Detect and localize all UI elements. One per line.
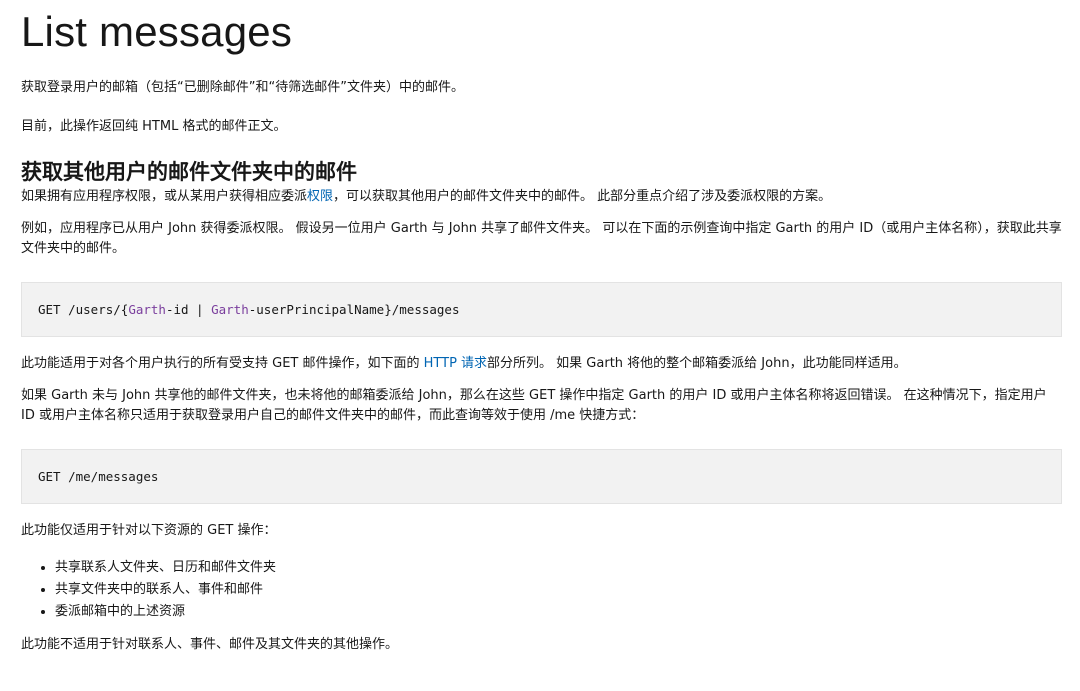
section-paragraph-3-text-a: 此功能适用于对各个用户执行的所有受支持 GET 邮件操作，如下面的 [21, 356, 424, 371]
page-title: List messages [21, 8, 293, 55]
list-item: 委派邮箱中的上述资源 [55, 601, 1062, 623]
resource-list: 共享联系人文件夹、日历和邮件文件夹 共享文件夹中的联系人、事件和邮件 委派邮箱中… [21, 557, 1062, 623]
list-item: 共享文件夹中的联系人、事件和邮件 [55, 579, 1062, 601]
code-block-me-messages: GET /me/messages [21, 449, 1062, 504]
code-method: GET [38, 302, 61, 317]
section-paragraph-1-text-a: 如果拥有应用程序权限，或从某用户获得相应委派 [21, 189, 308, 204]
section-paragraph-1: 如果拥有应用程序权限，或从某用户获得相应委派权限，可以获取其他用户的邮件文件夹中… [21, 187, 1062, 207]
code-param-upn: -userPrincipalName [248, 302, 385, 317]
code-param-id: -id | [165, 302, 212, 317]
section-paragraph-2: 例如，应用程序已从用户 John 获得委派权限。 假设另一位用户 Garth 与… [21, 221, 1062, 256]
section-paragraph-6: 此功能不适用于针对联系人、事件、邮件及其文件夹的其他操作。 [21, 637, 399, 652]
code-param-garth-2: Garth [211, 302, 249, 317]
section-paragraph-4: 如果 Garth 未与 John 共享他的邮件文件夹，也未将他的邮箱委派给 Jo… [21, 388, 1047, 423]
list-item: 共享联系人文件夹、日历和邮件文件夹 [55, 557, 1062, 579]
permissions-link[interactable]: 权限 [307, 189, 333, 204]
code-path-end: }/messages [384, 302, 460, 317]
doc-page: List messages 获取登录用户的邮箱（包括“已删除邮件”和“待筛选邮件… [0, 0, 1080, 691]
http-request-link[interactable]: HTTP 请求 [424, 356, 487, 371]
section-paragraph-3-text-b: 部分所列。 如果 Garth 将他的整个邮箱委派给 John，此功能同样适用。 [487, 356, 907, 371]
code-path-start: /users/{ [60, 302, 129, 317]
section-paragraph-1-text-b: ，可以获取其他用户的邮件文件夹中的邮件。 此部分重点介绍了涉及委派权限的方案。 [333, 189, 832, 204]
section-paragraph-3: 此功能适用于对各个用户执行的所有受支持 GET 邮件操作，如下面的 HTTP 请… [21, 354, 1062, 374]
section-paragraph-5: 此功能仅适用于针对以下资源的 GET 操作： [21, 523, 277, 538]
code-param-garth-1: Garth [128, 302, 166, 317]
intro-paragraph-2: 目前，此操作返回纯 HTML 格式的邮件正文。 [21, 119, 287, 134]
code-block-users-messages: GET /users/{Garth-id | Garth-userPrincip… [21, 282, 1062, 337]
section-heading: 获取其他用户的邮件文件夹中的邮件 [21, 160, 357, 184]
intro-paragraph-1: 获取登录用户的邮箱（包括“已删除邮件”和“待筛选邮件”文件夹）中的邮件。 [21, 80, 464, 95]
